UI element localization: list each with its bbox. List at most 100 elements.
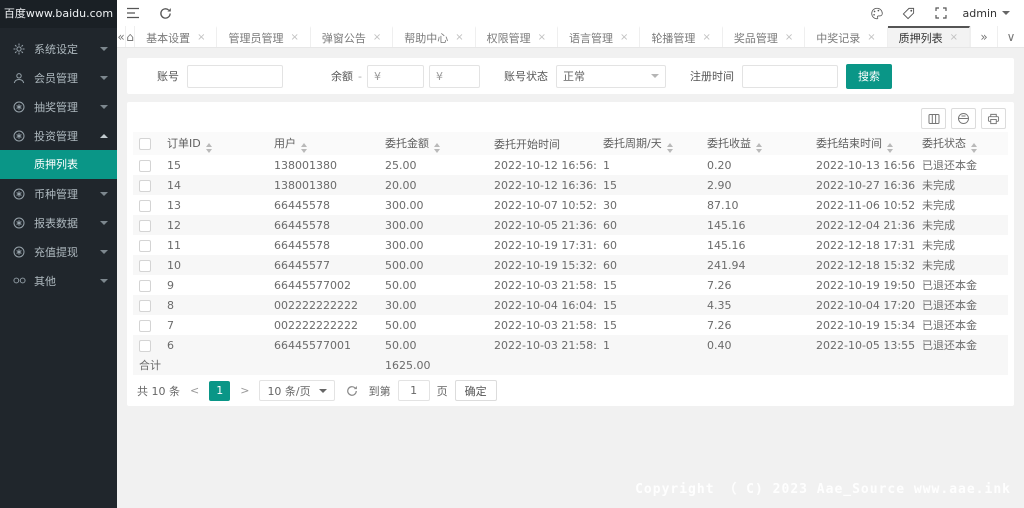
prev-page-icon[interactable]: < (187, 384, 202, 397)
home-tab-icon[interactable]: ⌂ (126, 26, 136, 47)
cell-0: 9 (167, 278, 174, 292)
tab-2[interactable]: 弹窗公告 × (311, 26, 394, 47)
tabs-menu-icon[interactable]: ∨ (997, 26, 1024, 47)
cell-3: 2022-10-03 21:58:08 (494, 338, 597, 352)
col-header-6[interactable]: 委托结束时间 (810, 132, 916, 155)
filter-columns-icon[interactable] (921, 108, 946, 129)
account-label: 账号 (157, 70, 179, 83)
cell-1: 66445578 (274, 238, 330, 252)
row-checkbox[interactable] (139, 279, 151, 292)
tab-8[interactable]: 中奖记录 × (805, 26, 888, 47)
pager-refresh-icon[interactable] (346, 385, 358, 397)
close-icon[interactable]: × (702, 32, 710, 43)
row-checkbox[interactable] (139, 299, 151, 312)
sort-desc-icon (205, 148, 212, 153)
sidebar-item-2[interactable]: 抽奖管理 (0, 92, 117, 121)
close-icon[interactable]: × (290, 32, 298, 43)
row-select-cell (133, 155, 161, 175)
col-header-7[interactable]: 委托状态 (916, 132, 1008, 155)
sidebar-subitem-3-0[interactable]: 质押列表 (0, 150, 117, 179)
summary-empty-cell (597, 355, 701, 375)
close-icon[interactable]: × (620, 32, 628, 43)
refresh-icon[interactable] (149, 0, 181, 26)
close-icon[interactable]: × (950, 32, 958, 43)
col-header-1[interactable]: 用户 (268, 132, 379, 155)
row-checkbox[interactable] (139, 339, 151, 352)
sidebar-item-7[interactable]: 其他 (0, 266, 117, 295)
copyright-watermark: Copyright （ C) 2023 Aae_Source www.aae.i… (635, 482, 1011, 497)
close-icon[interactable]: × (538, 32, 546, 43)
tab-7[interactable]: 奖品管理 × (723, 26, 806, 47)
summary-empty-cell (161, 355, 268, 375)
sidebar-item-3[interactable]: 投资管理 (0, 121, 117, 150)
close-icon[interactable]: × (455, 32, 463, 43)
table-card: 订单ID 用户 委托金额 委托开始时间 委托周期/天 委托收益 委托结束时间 委托状态 15 1… (127, 102, 1014, 406)
export-icon[interactable] (951, 108, 976, 129)
tag-icon[interactable] (893, 0, 925, 26)
cell-6: 2022-10-19 15:34:49 (816, 318, 916, 332)
user-menu[interactable]: admin (963, 7, 1010, 20)
collapse-menu-icon[interactable] (117, 0, 149, 26)
balance-min-input[interactable]: ¥ (366, 64, 424, 88)
page-size-select[interactable]: 10 条/页 (259, 380, 335, 401)
sidebar-item-5[interactable]: 报表数据 (0, 208, 117, 237)
close-icon[interactable]: × (785, 32, 793, 43)
theme-palette-icon[interactable] (861, 0, 893, 26)
print-icon[interactable] (981, 108, 1006, 129)
col-header-label: 委托结束时间 (816, 136, 882, 150)
close-icon[interactable]: × (867, 32, 875, 43)
account-status-select[interactable]: 正常 (555, 64, 666, 88)
cell-1: 66445577002 (274, 278, 351, 292)
search-button[interactable]: 搜索 (845, 63, 892, 89)
row-checkbox[interactable] (139, 199, 151, 212)
row-checkbox[interactable] (139, 239, 151, 252)
tabs-scroll-left-icon[interactable]: « (117, 26, 127, 47)
tab-4[interactable]: 权限管理 × (476, 26, 559, 47)
tabs-scroll-right-icon[interactable]: » (970, 26, 997, 47)
account-input[interactable] (187, 64, 283, 88)
next-page-icon[interactable]: > (237, 384, 252, 397)
tab-5[interactable]: 语言管理 × (558, 26, 641, 47)
tab-1[interactable]: 管理员管理 × (217, 26, 311, 47)
sort-asc-icon (887, 142, 893, 147)
sidebar-item-4[interactable]: 币种管理 (0, 179, 117, 208)
tab-3[interactable]: 帮助中心 × (393, 26, 476, 47)
cell-2: 300.00 (385, 218, 424, 232)
row-checkbox[interactable] (139, 319, 151, 332)
sort-desc-icon (301, 148, 307, 153)
row-checkbox[interactable] (139, 159, 151, 172)
col-header-label: 订单ID (167, 136, 201, 150)
user-name: admin (962, 6, 997, 20)
goto-confirm-button[interactable]: 确定 (454, 380, 497, 401)
sidebar-item-1[interactable]: 会员管理 (0, 63, 117, 92)
tab-0[interactable]: 基本设置 × (135, 26, 218, 47)
balance-max-input[interactable]: ¥ (428, 64, 480, 88)
sidebar: 百度www.baidu.com 系统设定 会员管理 抽奖管理 投资管理 质押列表 币种管理… (0, 0, 117, 508)
fullscreen-icon[interactable] (925, 0, 957, 26)
col-header-4[interactable]: 委托周期/天 (597, 132, 701, 155)
cell-1: 002222222222 (274, 298, 358, 312)
cell-6: 2022-12-18 15:32:40 (816, 258, 916, 272)
sidebar-item-label: 报表数据 (34, 216, 78, 230)
col-header-2[interactable]: 委托金额 (379, 132, 488, 155)
sidebar-item-6[interactable]: 充值提现 (0, 237, 117, 266)
row-checkbox[interactable] (139, 259, 151, 272)
close-icon[interactable]: × (197, 32, 205, 43)
tab-6[interactable]: 轮播管理 × (640, 26, 723, 47)
select-all-checkbox[interactable] (139, 138, 151, 150)
tab-9[interactable]: 质押列表 × (887, 26, 970, 47)
cell-6: 2022-10-27 16:36:00 (816, 178, 916, 192)
register-time-input[interactable] (741, 64, 838, 88)
sidebar-item-label: 充值提现 (34, 245, 78, 259)
row-checkbox[interactable] (139, 179, 151, 192)
goto-page-input[interactable] (397, 380, 430, 401)
cell-4: 60 (603, 238, 617, 252)
table-toolbar (133, 105, 1008, 132)
sidebar-item-0[interactable]: 系统设定 (0, 34, 117, 63)
col-header-5[interactable]: 委托收益 (701, 132, 810, 155)
row-checkbox[interactable] (139, 219, 151, 232)
col-header-0[interactable]: 订单ID (161, 132, 268, 155)
close-icon[interactable]: × (373, 32, 381, 43)
current-page[interactable]: 1 (209, 380, 231, 401)
cell-6: 2022-12-04 21:36:12 (816, 218, 916, 232)
